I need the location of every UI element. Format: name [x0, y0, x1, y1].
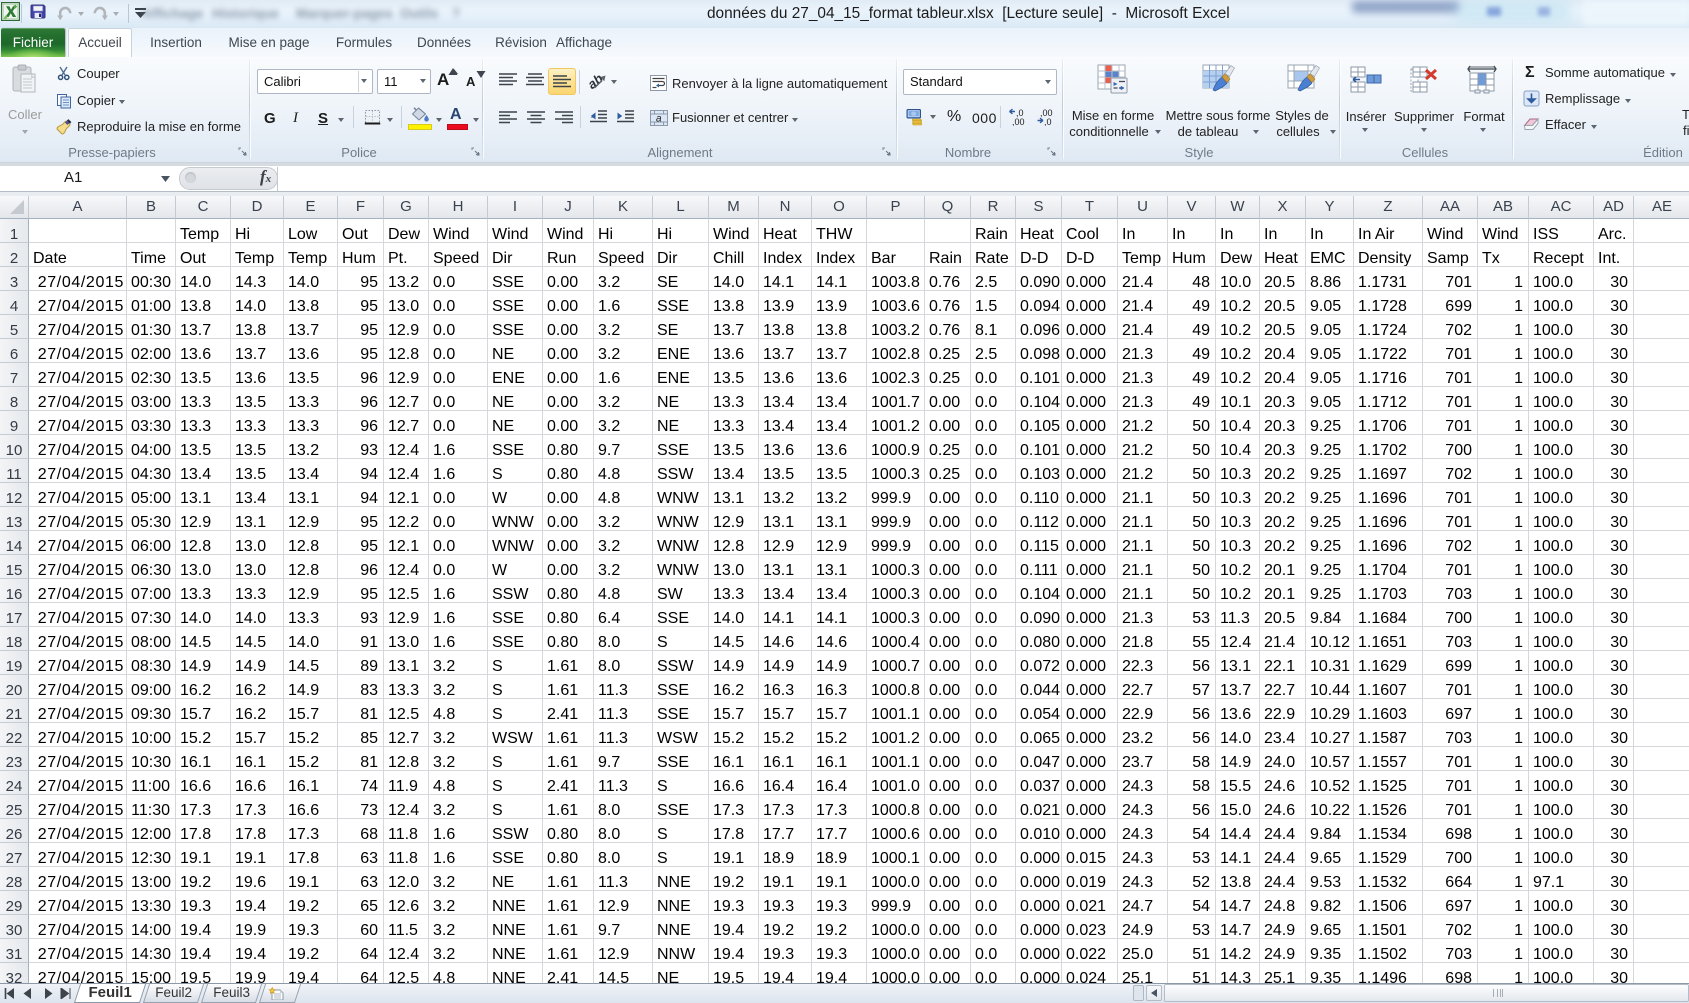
svg-text:ab: ab [589, 73, 606, 90]
svg-text:,00: ,00 [1012, 117, 1025, 126]
svg-text:a: a [656, 114, 662, 125]
svg-text:,0: ,0 [1044, 117, 1052, 126]
